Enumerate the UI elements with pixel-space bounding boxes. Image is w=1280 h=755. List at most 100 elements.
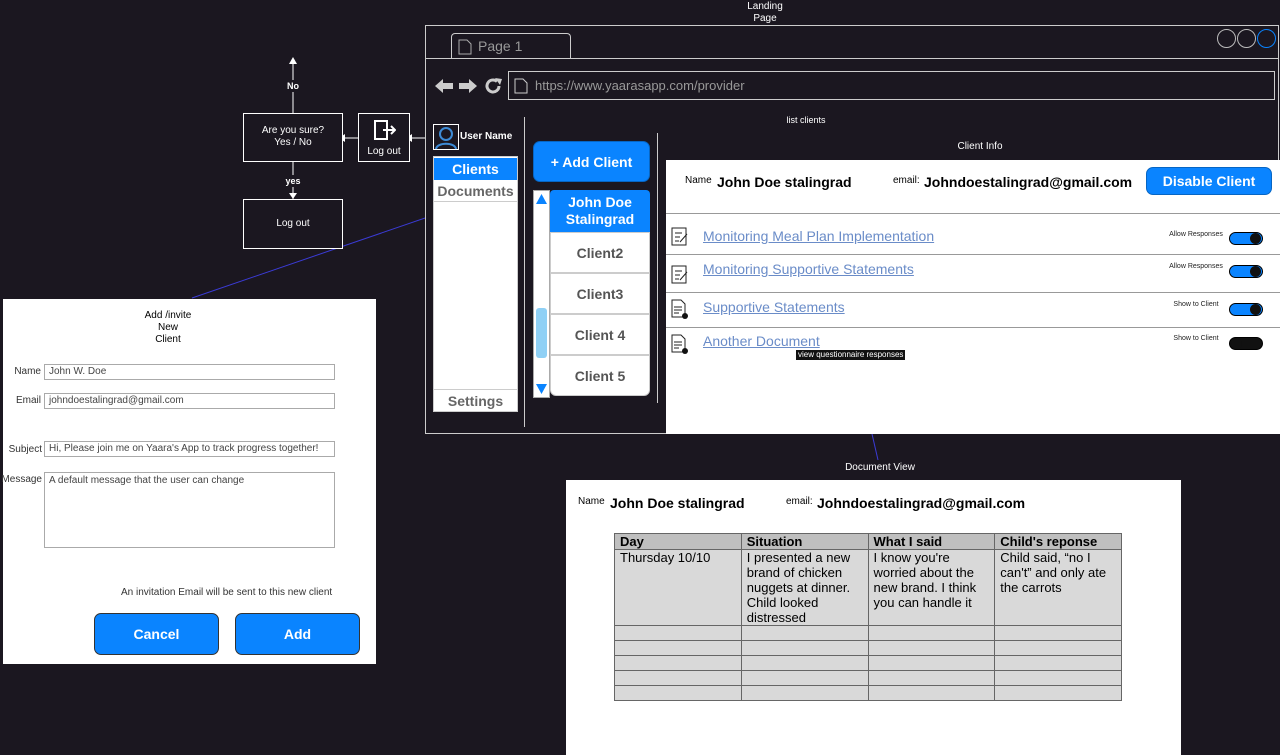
logout-icon-label: Log out <box>367 146 401 157</box>
dialog-title: Add /invite New Client <box>144 310 192 345</box>
toggle-label: Allow Responses <box>1169 263 1223 270</box>
window-control-icon[interactable] <box>1237 29 1256 48</box>
name-field[interactable]: John W. Doe <box>44 364 335 380</box>
table-row <box>614 640 1122 656</box>
logout-icon <box>374 120 396 140</box>
logout-icon-box[interactable]: Log out <box>358 113 410 162</box>
client-email: Johndoestalingrad@gmail.com <box>817 495 1026 511</box>
client-item[interactable]: Client2 <box>550 232 650 273</box>
table-cell: I know you're worried about the new bran… <box>867 549 996 626</box>
table-row: Thursday 10/10 I presented a new brand o… <box>614 549 1122 626</box>
tooltip: view questionnaire responses <box>796 350 906 360</box>
landing-page-caption: Landing Page <box>747 1 783 24</box>
message-field[interactable]: A default message that the user can chan… <box>44 472 335 548</box>
browser-tab[interactable]: Page 1 <box>451 33 571 59</box>
message-label: Message <box>1 474 42 485</box>
column-header: Situation <box>740 533 869 550</box>
toggle-label: Allow Responses <box>1169 231 1223 238</box>
sidebar-item-documents[interactable]: Documents <box>434 180 517 202</box>
toggle-label: Show to Client <box>1173 301 1219 308</box>
name-label: Name <box>14 366 41 377</box>
name-label: Name <box>578 496 605 507</box>
column-header: Child's reponse <box>994 533 1122 550</box>
flow-no-label: No <box>281 80 305 92</box>
client-email: Johndoestalingrad@gmail.com <box>924 174 1133 190</box>
allow-responses-toggle[interactable] <box>1229 232 1263 245</box>
table-header-row: Day Situation What I said Child's repons… <box>614 533 1122 550</box>
toggle-label: Show to Client <box>1173 335 1219 342</box>
table-cell: I presented a new brand of chicken nugge… <box>740 549 869 626</box>
document-row: Monitoring Meal Plan Implementation Allo… <box>666 214 1280 255</box>
column-header: Day <box>614 533 742 550</box>
document-row: Monitoring Supportive Statements Allow R… <box>666 255 1280 293</box>
scroll-thumb[interactable] <box>536 308 547 358</box>
table-cell: Child said, “no I can't” and only ate th… <box>994 549 1122 626</box>
document-link[interactable]: Monitoring Meal Plan Implementation <box>703 228 934 244</box>
client-item[interactable]: Client 5 <box>550 355 650 396</box>
client-item-selected[interactable]: John Doe Stalingrad <box>550 190 650 232</box>
client-info-panel: Name John Doe stalingrad email: Johndoes… <box>666 160 1280 434</box>
name-label: Name <box>685 175 712 186</box>
client-info-caption: Client Info <box>957 141 1003 152</box>
sidebar-nav: Clients Documents Settings <box>433 156 518 412</box>
confirm-logout-box: Are you sure? Yes / No <box>243 113 343 162</box>
add-button[interactable]: Add <box>235 613 360 655</box>
email-field[interactable]: johndoestalingrad@gmail.com <box>44 393 335 409</box>
document-row: Supportive Statements Show to Client <box>666 293 1280 328</box>
sidebar-item-clients[interactable]: Clients <box>434 158 517 180</box>
document-view-caption: Document View <box>845 462 915 473</box>
email-label: Email <box>15 395 41 406</box>
clipboard-edit-icon <box>671 227 688 246</box>
subject-label: Subject <box>8 444 42 455</box>
window-control-icon[interactable] <box>1217 29 1236 48</box>
invitation-note: An invitation Email will be sent to this… <box>121 587 333 598</box>
divider <box>524 117 525 427</box>
add-client-button[interactable]: + Add Client <box>533 141 650 182</box>
document-info-icon <box>671 334 688 354</box>
page-icon <box>458 39 472 55</box>
client-item[interactable]: Client3 <box>550 273 650 314</box>
document-row: Another Document Show to Client view que… <box>666 328 1280 364</box>
response-table: Day Situation What I said Child's repons… <box>614 533 1122 701</box>
client-item[interactable]: Client 4 <box>550 314 650 355</box>
table-row <box>614 625 1122 641</box>
sidebar-item-settings[interactable]: Settings <box>434 389 517 411</box>
add-client-dialog: Add /invite New Client Name John W. Doe … <box>1 299 376 664</box>
user-name: User Name <box>460 131 513 142</box>
document-info-icon <box>671 299 688 319</box>
document-link[interactable]: Monitoring Supportive Statements <box>703 261 914 277</box>
forward-arrow-icon[interactable] <box>458 77 478 95</box>
address-bar[interactable]: https://www.yaarasapp.com/provider <box>508 71 1275 100</box>
url-text: https://www.yaarasapp.com/provider <box>535 78 745 93</box>
table-cell: Thursday 10/10 <box>614 549 742 626</box>
email-label: email: <box>786 496 813 507</box>
show-to-client-toggle[interactable] <box>1229 303 1263 316</box>
column-header: What I said <box>867 533 996 550</box>
divider <box>657 133 658 403</box>
client-list-scrollbar[interactable] <box>533 190 550 398</box>
client-name: John Doe stalingrad <box>717 174 852 190</box>
document-view-panel: Name John Doe stalingrad email: Johndoes… <box>566 480 1181 755</box>
divider <box>426 58 1279 59</box>
user-avatar-icon[interactable] <box>433 124 459 150</box>
table-row <box>614 670 1122 686</box>
document-link[interactable]: Supportive Statements <box>703 299 845 315</box>
scroll-down-icon[interactable] <box>535 383 548 395</box>
email-label: email: <box>893 175 920 186</box>
flow-yes-label: yes <box>280 175 306 187</box>
disable-client-button[interactable]: Disable Client <box>1146 167 1272 195</box>
subject-field[interactable]: Hi, Please join me on Yaara's App to tra… <box>44 441 335 457</box>
document-link[interactable]: Another Document <box>703 333 820 349</box>
tab-label: Page 1 <box>478 38 523 54</box>
refresh-icon[interactable] <box>484 77 503 96</box>
back-arrow-icon[interactable] <box>434 77 454 95</box>
cancel-button[interactable]: Cancel <box>94 613 219 655</box>
window-control-icon[interactable] <box>1257 29 1276 48</box>
allow-responses-toggle[interactable] <box>1229 265 1263 278</box>
show-to-client-toggle[interactable] <box>1229 337 1263 350</box>
scroll-up-icon[interactable] <box>535 193 548 205</box>
logout-box: Log out <box>243 199 343 249</box>
table-row <box>614 655 1122 671</box>
list-clients-caption: list clients <box>786 115 826 125</box>
page-icon <box>514 78 528 94</box>
